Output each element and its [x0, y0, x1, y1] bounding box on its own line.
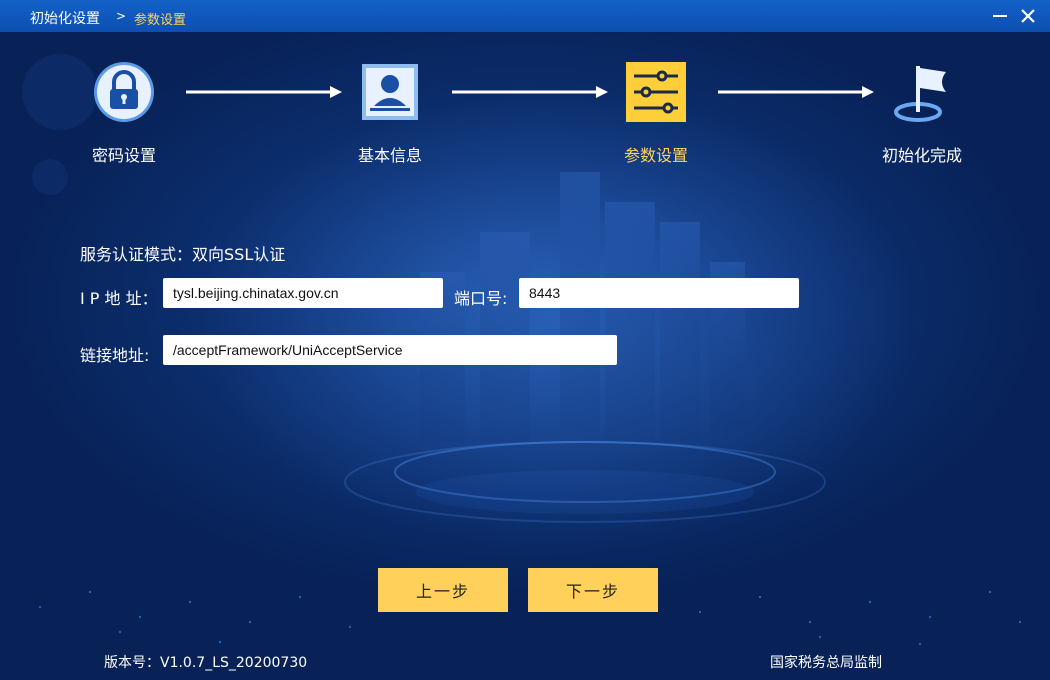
version-text: 版本号：V1.0.7_LS_20200730 [104, 655, 308, 671]
ip-address-label: I P 地 址： [80, 289, 158, 308]
step-arrow [186, 86, 342, 98]
step-arrow [718, 86, 874, 98]
profile-card-icon [362, 64, 418, 120]
breadcrumb-current: 参数设置 [134, 13, 187, 28]
url-label: 链接地址: [80, 346, 150, 365]
step-complete: 初始化完成 [852, 60, 992, 166]
step-label-basic-info: 基本信息 [357, 146, 422, 165]
url-input[interactable] [163, 335, 617, 365]
minimize-icon[interactable] [990, 6, 1010, 26]
prev-step-button[interactable]: 上一步 [378, 568, 508, 612]
sliders-icon [626, 62, 686, 122]
title-bar: 初始化设置 > 参数设置 [0, 0, 1050, 32]
ip-address-input[interactable] [163, 278, 443, 308]
close-icon[interactable] [1018, 6, 1038, 26]
port-input[interactable] [519, 278, 799, 308]
supervisor-text: 国家税务总局监制 [770, 655, 882, 671]
step-password: 密码设置 [54, 60, 194, 166]
next-step-button[interactable]: 下一步 [528, 568, 658, 612]
step-label-complete: 初始化完成 [881, 146, 962, 165]
port-label: 端口号: [454, 289, 508, 308]
auth-mode-text: 服务认证模式：双向SSL认证 [80, 245, 286, 264]
step-parameters: 参数设置 [586, 60, 726, 166]
breadcrumb-separator: > [116, 9, 127, 23]
lock-icon [94, 62, 154, 122]
flag-icon [894, 66, 946, 122]
step-arrow [452, 86, 608, 98]
breadcrumb-root[interactable]: 初始化设置 [30, 8, 100, 28]
step-basic-info: 基本信息 [320, 60, 460, 166]
step-label-password: 密码设置 [91, 146, 156, 165]
step-label-parameters: 参数设置 [623, 146, 688, 165]
